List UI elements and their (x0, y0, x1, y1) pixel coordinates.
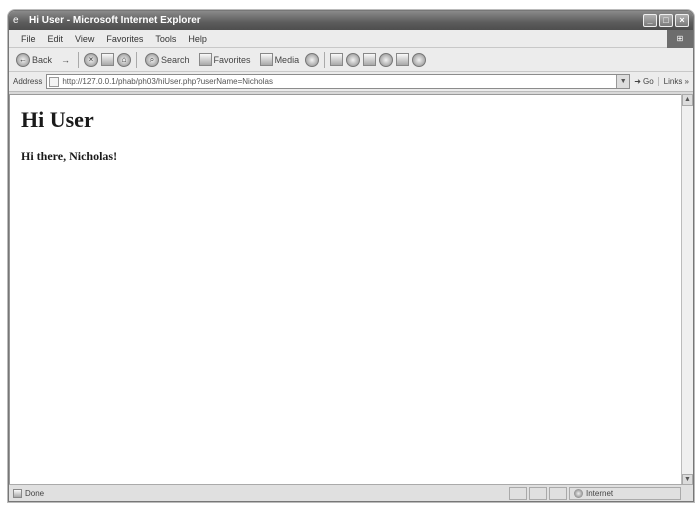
address-input[interactable]: http://127.0.0.1/phab/ph03/hiUser.php?us… (46, 74, 631, 89)
page-done-icon (13, 488, 22, 498)
media-label: Media (274, 54, 300, 65)
menu-bar: File Edit View Favorites Tools Help ⊞ (9, 30, 693, 48)
home-icon[interactable]: ⌂ (117, 52, 132, 67)
status-bar: Done Internet (9, 484, 693, 501)
edit-icon[interactable] (363, 53, 377, 66)
toolbar-separator (136, 51, 138, 68)
back-label: Back (32, 54, 53, 65)
address-url[interactable]: http://127.0.0.1/phab/ph03/hiUser.php?us… (62, 77, 616, 86)
favorites-button[interactable]: Favorites (196, 53, 254, 66)
ie-icon: e (13, 14, 19, 26)
favorites-label: Favorites (213, 54, 251, 65)
globe-icon (574, 488, 583, 498)
page-icon (49, 76, 60, 87)
address-dropdown-icon[interactable]: ▼ (616, 75, 630, 88)
menu-favorites[interactable]: Favorites (100, 34, 149, 44)
window-title: Hi User - Microsoft Internet Explorer (29, 15, 201, 26)
status-cell (549, 486, 567, 500)
go-arrow-icon: ➜ (634, 77, 641, 86)
status-cell (529, 486, 547, 500)
links-button[interactable]: Links » (657, 77, 689, 86)
discuss-icon[interactable] (379, 52, 394, 67)
back-arrow-icon: ← (16, 52, 30, 67)
menu-tools[interactable]: Tools (149, 34, 182, 44)
standard-toolbar: ← Back → × ⌂ ⌕ Search Favorites Media (9, 48, 693, 72)
search-icon: ⌕ (145, 52, 160, 67)
print-icon[interactable] (346, 52, 361, 67)
toolbar-separator (78, 51, 80, 68)
page-subheading: Hi there, Nicholas! (21, 149, 118, 163)
zone-text: Internet (586, 488, 614, 498)
toolbar-separator (324, 51, 326, 68)
menu-view[interactable]: View (69, 34, 100, 44)
close-button[interactable]: × (675, 14, 689, 27)
scroll-up-icon[interactable]: ▲ (682, 94, 693, 106)
vertical-scrollbar[interactable]: ▲ ▼ (681, 94, 693, 486)
window-controls: _ □ × (643, 14, 689, 27)
history-icon[interactable] (305, 52, 320, 67)
title-bar: e Hi User - Microsoft Internet Explorer … (9, 11, 693, 30)
menu-help[interactable]: Help (182, 34, 213, 44)
windows-logo-icon: ⊞ (667, 30, 693, 48)
minimize-button[interactable]: _ (643, 14, 657, 27)
address-bar: Address http://127.0.0.1/phab/ph03/hiUse… (9, 72, 693, 92)
security-zone: Internet (569, 486, 681, 500)
menu-file[interactable]: File (15, 34, 42, 44)
address-label: Address (13, 77, 43, 86)
mail-icon[interactable] (330, 53, 344, 66)
stop-icon[interactable]: × (84, 52, 99, 67)
forward-label: → (61, 54, 71, 65)
page-heading: Hi User (21, 107, 94, 132)
go-label: Go (642, 77, 654, 86)
messenger-icon[interactable] (396, 53, 410, 66)
browser-window: e Hi User - Microsoft Internet Explorer … (8, 10, 694, 502)
media-button[interactable]: Media (257, 53, 303, 66)
go-button[interactable]: ➜ Go (634, 77, 653, 86)
menu-edit[interactable]: Edit (42, 34, 70, 44)
refresh-icon[interactable] (101, 53, 115, 66)
maximize-button[interactable]: □ (659, 14, 673, 27)
research-icon[interactable] (412, 52, 427, 67)
page-content: Hi User Hi there, Nicholas! (9, 94, 683, 486)
media-icon (259, 53, 273, 66)
forward-button[interactable]: → (58, 55, 73, 65)
search-label: Search (161, 54, 190, 65)
back-button[interactable]: ← Back (13, 52, 55, 67)
status-area: Done (13, 488, 509, 498)
search-button[interactable]: ⌕ Search (142, 52, 193, 67)
status-text: Done (25, 488, 45, 498)
status-cell (509, 486, 527, 500)
favorites-icon (198, 53, 212, 66)
